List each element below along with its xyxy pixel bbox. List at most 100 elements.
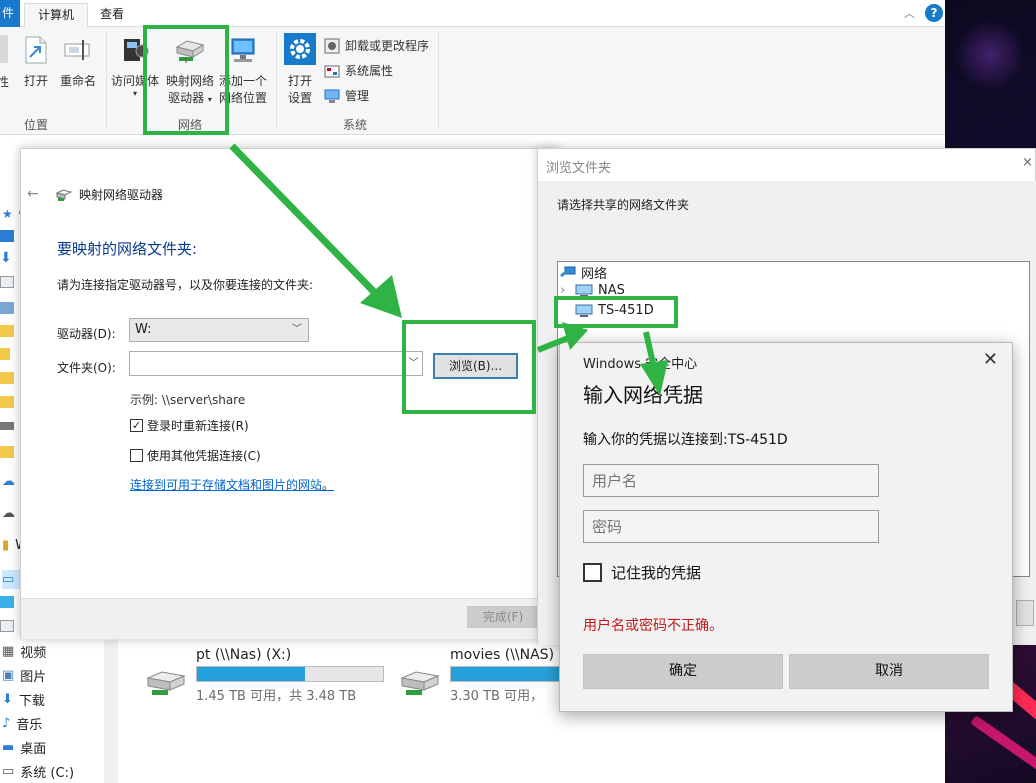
system-properties-icon <box>324 65 340 77</box>
storage-website-link[interactable]: 连接到可用于存储文档和图片的网站。 <box>130 476 334 493</box>
video-icon: ▦ <box>2 644 15 659</box>
drive-usage-bar <box>196 666 384 682</box>
pictures-icon <box>0 302 14 314</box>
drive-usage-fill <box>451 667 567 681</box>
nav-item-desktop[interactable]: ▬ 桌面 <box>2 738 46 757</box>
folder-label: 文件夹(O): <box>57 361 116 375</box>
dialog-title: 映射网络驱动器 <box>55 186 163 203</box>
manage-icon <box>324 89 340 103</box>
drive-item[interactable]: pt (\\Nas) (X:) 1.45 TB 可用，共 3.48 TB <box>196 647 384 704</box>
drive-letter-select[interactable]: W: ﹀ <box>129 318 309 342</box>
wallpaper-streak <box>970 715 1036 775</box>
remember-credentials-checkbox[interactable] <box>583 563 602 582</box>
tab-view[interactable]: 查看 <box>100 3 130 27</box>
folder-icon <box>0 372 14 384</box>
network-drive-icon <box>55 188 73 201</box>
username-input[interactable] <box>583 464 879 497</box>
cancel-button[interactable]: 取消 <box>789 654 989 689</box>
reconnect-checkbox-row[interactable]: ✓ 登录时重新连接(R) <box>130 417 249 434</box>
network-drive-icon <box>400 671 440 695</box>
pictures-icon: ▣ <box>2 668 15 683</box>
group-system-label: 系统 <box>342 118 367 132</box>
security-dialog-heading: 输入网络凭据 <box>583 383 703 407</box>
network-icon <box>560 266 576 277</box>
security-dialog-title: Windows 安全中心 <box>583 357 698 372</box>
system-properties-button[interactable]: 系统属性 <box>324 62 393 79</box>
nav-item-videos[interactable]: ▦ 视频 <box>2 642 46 661</box>
folder-icon <box>0 348 10 360</box>
network-drive-icon <box>0 422 14 430</box>
chevron-down-icon: ﹀ <box>292 324 302 335</box>
download-arrow-icon: ⬇ <box>0 250 12 266</box>
browse-ok-button-partial[interactable] <box>1016 600 1034 626</box>
nav-scrollbar[interactable] <box>104 640 118 783</box>
remember-credentials-row[interactable]: 记住我的凭据 <box>583 562 701 583</box>
other-credentials-checkbox[interactable] <box>130 449 143 462</box>
open-settings-button[interactable]: 打开 设置 <box>282 33 318 106</box>
document-icon <box>0 620 14 632</box>
nav-item-downloads[interactable]: ⬇ 下载 <box>2 690 45 709</box>
download-arrow-icon: ⬇ <box>2 692 13 707</box>
tree-item-network[interactable]: 网络 <box>560 263 607 282</box>
properties-icon <box>0 35 8 63</box>
cloud-icon: ☁ <box>2 474 15 489</box>
drive-name: pt (\\Nas) (X:) <box>196 647 292 663</box>
close-icon[interactable]: × <box>1022 155 1033 170</box>
folder-input[interactable]: ﹀ <box>129 351 423 376</box>
uninstall-icon <box>324 38 340 53</box>
open-icon <box>25 36 47 64</box>
star-icon: ★ <box>2 206 13 221</box>
group-location-label: 位置 <box>23 118 48 132</box>
music-icon: ♪ <box>2 716 11 731</box>
ribbon: 性 打开 重命名 位置 访问媒体 ▾ 映射网络 驱动器 ▾ 添加一个 网络位置 … <box>0 27 945 135</box>
user-folder-icon: ▮ <box>2 538 10 553</box>
folder-icon <box>0 396 14 408</box>
back-arrow-icon[interactable]: ← <box>27 186 39 202</box>
drive-icon: ▭ <box>2 764 15 779</box>
settings-gear-icon <box>284 33 316 65</box>
windows-security-dialog: Windows 安全中心 ✕ 输入网络凭据 输入你的凭据以连接到:TS-451D… <box>559 342 1013 712</box>
desktop-folder-icon <box>0 230 14 242</box>
tab-file[interactable]: 件 <box>0 0 20 27</box>
finish-button[interactable]: 完成(F) <box>467 606 539 628</box>
computer-icon: ▭ <box>2 572 15 587</box>
folder-icon <box>0 325 14 337</box>
other-credentials-checkbox-row[interactable]: 使用其他凭据连接(C) <box>130 447 261 464</box>
example-text: 示例: \\server\share <box>130 393 246 407</box>
cloud-icon: ☁ <box>2 506 15 521</box>
folder-icon <box>0 446 14 458</box>
browse-dialog-title: 浏览文件夹 <box>546 161 612 176</box>
ribbon-separator <box>106 31 107 129</box>
drive-capacity: 1.45 TB 可用，共 3.48 TB <box>196 689 357 704</box>
collapse-ribbon-icon[interactable]: ︿ <box>904 5 915 21</box>
rename-button[interactable]: 重命名 <box>58 35 98 89</box>
highlight-box-map-drive <box>143 25 229 135</box>
reconnect-checkbox[interactable]: ✓ <box>130 419 143 432</box>
uninstall-program-button[interactable]: 卸载或更改程序 <box>324 37 429 54</box>
security-dialog-instruction: 输入你的凭据以连接到:TS-451D <box>583 432 788 448</box>
dialog-instruction: 请为连接指定驱动器号，以及你要连接的文件夹: <box>57 278 314 292</box>
ribbon-separator <box>438 31 439 129</box>
rename-icon <box>64 40 90 60</box>
properties-button[interactable]: 性 <box>0 35 10 90</box>
password-input[interactable] <box>583 510 879 543</box>
help-icon[interactable]: ? <box>925 4 943 22</box>
nav-item-pictures[interactable]: ▣ 图片 <box>2 666 46 685</box>
network-location-icon <box>231 38 255 62</box>
highlight-box-browse <box>402 320 536 414</box>
close-icon[interactable]: ✕ <box>983 349 998 370</box>
nav-item-music[interactable]: ♪ 音乐 <box>2 714 42 733</box>
dialog-heading: 要映射的网络文件夹: <box>57 240 198 258</box>
open-button[interactable]: 打开 <box>20 35 52 89</box>
error-message: 用户名或密码不正确。 <box>583 618 723 634</box>
manage-button[interactable]: 管理 <box>324 87 369 104</box>
ok-button[interactable]: 确定 <box>583 654 783 689</box>
wallpaper-glow <box>955 20 1025 90</box>
3d-objects-icon <box>0 596 14 608</box>
tab-computer[interactable]: 计算机 <box>24 3 88 28</box>
document-icon <box>0 276 14 288</box>
drive-letter-label: 驱动器(D): <box>57 327 116 341</box>
browse-prompt: 请选择共享的网络文件夹 <box>557 198 690 212</box>
nav-item-system-drive[interactable]: ▭ 系统 (C:) <box>2 762 74 781</box>
ribbon-tabs: 件 计算机 查看 ︿ ? <box>0 0 945 28</box>
